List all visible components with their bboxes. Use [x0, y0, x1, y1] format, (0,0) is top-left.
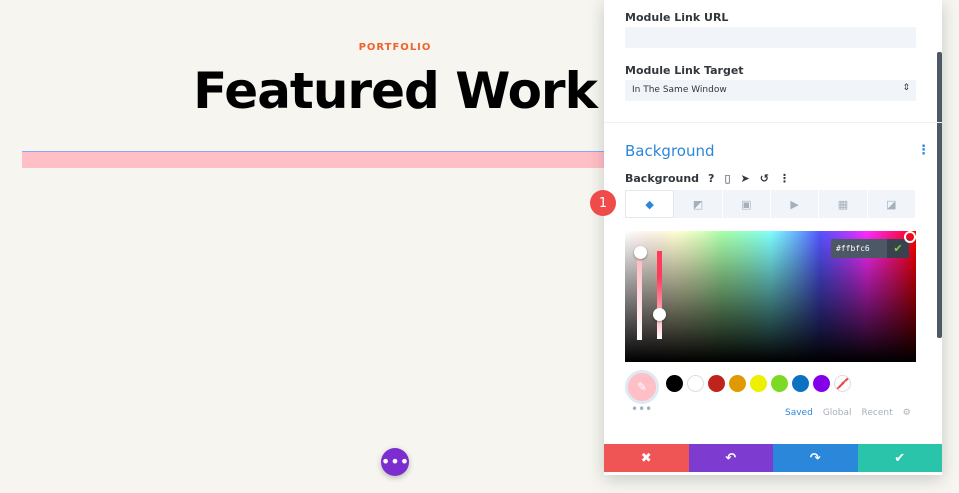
cursor-icon[interactable]: ➤: [741, 172, 750, 185]
cancel-button[interactable]: ✖: [604, 444, 689, 472]
eyedropper-icon[interactable]: ✎: [625, 370, 659, 404]
help-icon[interactable]: ?: [708, 172, 714, 185]
image-tab[interactable]: ▣: [723, 190, 771, 218]
hue-slider-track[interactable]: [657, 251, 662, 339]
settings-panel: Module Link URL Module Link Target In Th…: [604, 0, 942, 475]
select-arrows-icon: ⇕: [902, 83, 910, 93]
palette-saved-tab[interactable]: Saved: [785, 408, 813, 418]
mask-tab[interactable]: ◪: [868, 190, 916, 218]
opacity-slider-handle[interactable]: [634, 246, 647, 259]
module-link-url-label: Module Link URL: [625, 11, 729, 24]
hex-value[interactable]: #ffbfc6: [831, 244, 887, 253]
opacity-slider-track[interactable]: [637, 246, 642, 340]
swatch-blue[interactable]: [792, 375, 809, 392]
reset-icon[interactable]: ↺: [760, 172, 769, 185]
color-swatches: [666, 375, 855, 392]
panel-scrollbar[interactable]: [937, 52, 942, 338]
redo-button[interactable]: ↷: [773, 444, 858, 472]
swatch-red[interactable]: [708, 375, 725, 392]
settings-gear-icon[interactable]: ⚙: [903, 408, 911, 418]
section-menu-icon[interactable]: ⋮: [917, 143, 930, 158]
swatch-white[interactable]: [687, 375, 704, 392]
panel-footer: ✖ ↶ ↷ ✔: [604, 444, 942, 472]
background-section-title[interactable]: Background: [625, 142, 715, 160]
color-tab[interactable]: ◆: [625, 190, 675, 218]
swatch-purple[interactable]: [813, 375, 830, 392]
swatch-yellow[interactable]: [750, 375, 767, 392]
color-selector-handle[interactable]: [904, 231, 916, 243]
step-badge: 1: [590, 190, 616, 216]
video-tab[interactable]: ▶: [771, 190, 820, 218]
palette-global-tab[interactable]: Global: [823, 408, 852, 418]
palette-recent-tab[interactable]: Recent: [862, 408, 893, 418]
swatch-orange[interactable]: [729, 375, 746, 392]
color-picker-field[interactable]: #ffbfc6 ✔: [625, 231, 916, 362]
background-option-row: Background ? ▯ ➤ ↺ ⋮: [625, 172, 800, 185]
more-horizontal-icon[interactable]: •••: [381, 448, 409, 476]
background-label: Background: [625, 172, 700, 185]
more-swatches-icon[interactable]: •••: [631, 402, 652, 416]
background-type-tabs: ◆ ◩ ▣ ▶ ▦ ◪: [625, 190, 916, 218]
undo-button[interactable]: ↶: [688, 444, 773, 472]
hue-slider-handle[interactable]: [653, 308, 666, 321]
pattern-tab[interactable]: ▦: [819, 190, 868, 218]
select-value: In The Same Window: [632, 85, 727, 95]
palette-mode-tabs: Saved Global Recent ⚙: [785, 408, 921, 418]
save-button[interactable]: ✔: [857, 444, 942, 472]
swatch-green[interactable]: [771, 375, 788, 392]
hex-input[interactable]: #ffbfc6 ✔: [831, 239, 909, 258]
gradient-tab[interactable]: ◩: [674, 190, 723, 218]
pink-divider-bar: [22, 151, 612, 168]
swatch-none[interactable]: [834, 375, 851, 392]
section-divider: [604, 122, 942, 123]
module-link-target-select[interactable]: In The Same Window ⇕: [625, 80, 916, 101]
module-link-target-label: Module Link Target: [625, 64, 744, 77]
more-vertical-icon[interactable]: ⋮: [779, 172, 790, 185]
swatch-black[interactable]: [666, 375, 683, 392]
module-link-url-input[interactable]: [625, 27, 916, 48]
mobile-icon[interactable]: ▯: [724, 172, 730, 185]
